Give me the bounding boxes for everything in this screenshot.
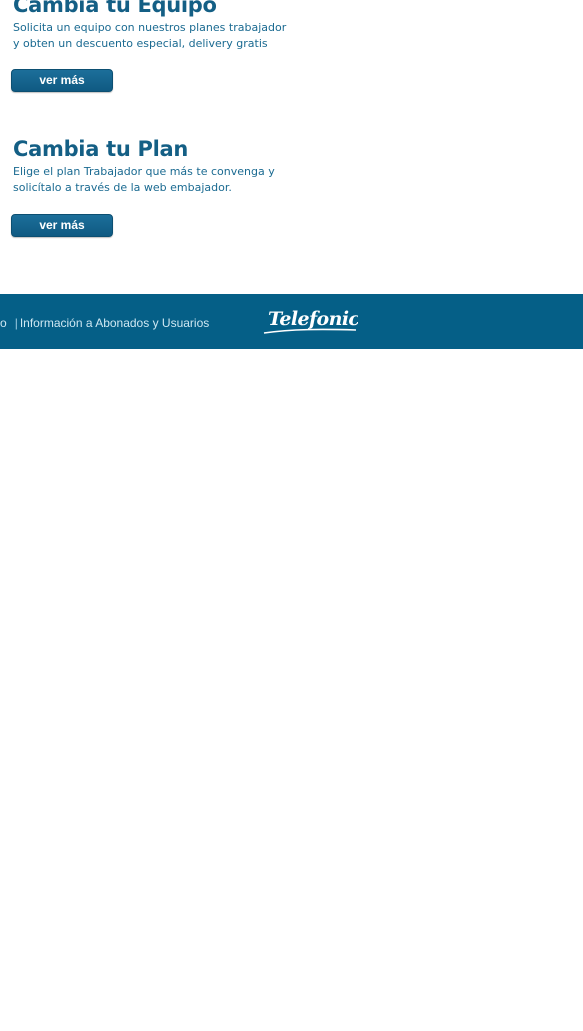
promo-description: Elige el plan Trabajador que más te conv… xyxy=(13,164,313,196)
footer-link-informacion-abonados[interactable]: Información a Abonados y Usuarios xyxy=(20,316,209,330)
promo-description-line: Elige el plan Trabajador que más te conv… xyxy=(13,165,275,178)
promo-cambia-plan: Cambia tu Plan Elige el plan Trabajador … xyxy=(13,136,313,196)
footer-links: o | Información a Abonados y Usuarios xyxy=(0,316,209,330)
telefonica-logo[interactable]: Telefonica xyxy=(262,306,358,336)
footer: o | Información a Abonados y Usuarios Tele… xyxy=(0,294,583,349)
ver-mas-equipo-button[interactable]: ver más xyxy=(11,69,113,92)
footer-link-partial[interactable]: o xyxy=(0,316,7,330)
promo-title: Cambia tu Equipo xyxy=(13,0,217,17)
promo-title: Cambia tu Plan xyxy=(13,137,188,161)
logo-text: Telefonica xyxy=(268,308,358,330)
promo-description-line: y obten un descuento especial, delivery … xyxy=(13,37,268,50)
promo-description-line: solicítalo a través de la web embajador. xyxy=(13,181,232,194)
footer-separator: | xyxy=(14,316,18,330)
promo-description: Solicita un equipo con nuestros planes t… xyxy=(13,20,313,52)
promo-cambia-equipo: Cambia tu Equipo Solicita un equipo con … xyxy=(13,0,313,52)
promo-description-line: Solicita un equipo con nuestros planes t… xyxy=(13,21,287,34)
ver-mas-plan-button[interactable]: ver más xyxy=(11,214,113,237)
